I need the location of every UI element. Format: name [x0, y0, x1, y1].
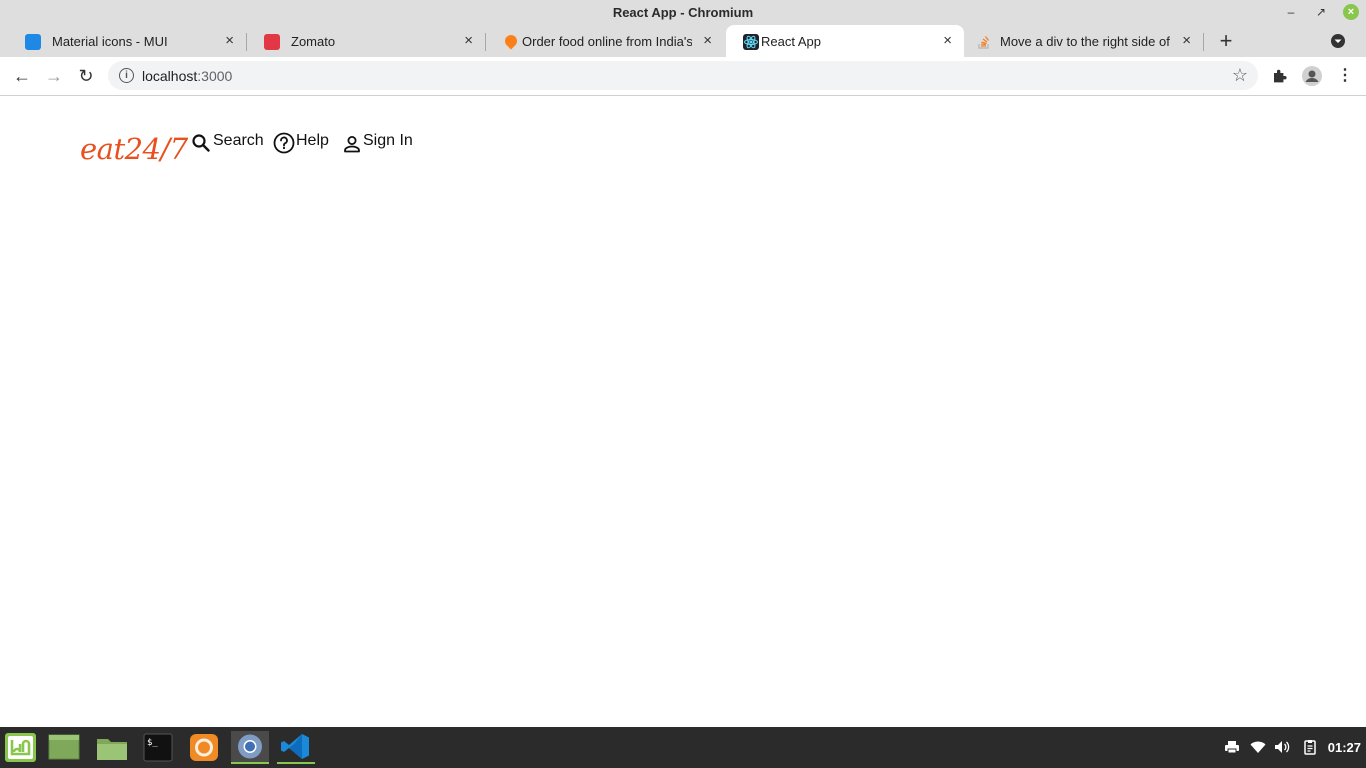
firefox-icon[interactable]	[185, 731, 223, 764]
maximize-button[interactable]: ↗	[1313, 4, 1329, 20]
clipboard-icon[interactable]	[1302, 739, 1318, 755]
person-icon	[344, 136, 360, 153]
tab-label: Order food online from India's	[522, 34, 692, 49]
extensions-puzzle-icon[interactable]	[1271, 67, 1289, 85]
close-tab-icon[interactable]: ×	[703, 32, 712, 49]
vscode-icon	[281, 734, 309, 759]
nav-help-label: Help	[296, 132, 329, 149]
close-tab-icon[interactable]: ×	[464, 32, 473, 49]
site-info-icon[interactable]: i	[119, 68, 134, 83]
nav-search-label: Search	[213, 132, 264, 149]
url-port: :3000	[197, 68, 233, 84]
close-window-button[interactable]: ×	[1343, 4, 1359, 20]
volume-icon[interactable]	[1274, 739, 1290, 755]
tab-label: Material icons - MUI	[52, 34, 168, 49]
back-button[interactable]: ←	[12, 66, 32, 86]
tab-label: React App	[761, 34, 821, 49]
nav-signin-label: Sign In	[363, 132, 413, 149]
nav-signin-link[interactable]: Sign In	[342, 132, 417, 154]
tab-strip: Material icons - MUI × Zomato × Order fo…	[0, 25, 1366, 57]
terminal-icon[interactable]: $_	[139, 731, 177, 764]
stackoverflow-favicon-icon	[978, 36, 990, 49]
tab-separator	[1203, 33, 1204, 51]
tab-swiggy[interactable]: Order food online from India's ×	[486, 25, 724, 57]
nav-search-link[interactable]: Search	[191, 132, 264, 154]
taskbar-clock[interactable]: 01:27	[1328, 740, 1361, 755]
bookmark-star-icon[interactable]: ☆	[1232, 65, 1248, 86]
tab-stackoverflow[interactable]: Move a div to the right side of ×	[965, 25, 1204, 57]
window-titlebar: React App - Chromium – ↗ ×	[0, 0, 1366, 25]
chromium-taskbar-button[interactable]	[231, 731, 269, 764]
tab-label: Zomato	[291, 34, 336, 49]
search-icon	[192, 134, 210, 152]
zomato-favicon-icon	[264, 34, 280, 50]
swiggy-favicon-icon	[502, 32, 520, 50]
mint-menu-icon[interactable]	[2, 731, 38, 764]
url-text[interactable]: localhost:3000	[142, 68, 232, 84]
tab-zomato[interactable]: Zomato ×	[247, 25, 486, 57]
close-tab-icon[interactable]: ×	[225, 32, 234, 49]
tab-material-icons[interactable]: Material icons - MUI ×	[8, 25, 247, 57]
site-logo[interactable]: eat24/7	[80, 132, 188, 166]
chromium-icon	[238, 734, 262, 759]
svg-text:$_: $_	[147, 738, 158, 748]
address-bar[interactable]: i localhost:3000 ☆	[108, 61, 1258, 90]
url-host: localhost	[142, 68, 198, 84]
new-tab-button[interactable]: +	[1214, 28, 1238, 54]
tab-search-icon[interactable]	[1330, 33, 1346, 49]
wifi-icon[interactable]	[1250, 739, 1266, 755]
tab-label: Move a div to the right side of	[1000, 34, 1170, 49]
browser-menu-button[interactable]: ⋮	[1335, 66, 1355, 86]
browser-toolbar: ← → ↻ i localhost:3000 ☆ ⋮	[0, 57, 1366, 96]
profile-avatar-icon[interactable]	[1302, 66, 1322, 86]
show-desktop-icon[interactable]	[45, 731, 83, 764]
files-folder-icon[interactable]	[93, 731, 131, 764]
mui-favicon-icon	[25, 34, 41, 50]
printer-icon[interactable]	[1224, 739, 1240, 755]
page-content: eat24/7 Search Help Sign In	[0, 96, 1366, 727]
reload-button[interactable]: ↻	[76, 66, 96, 86]
nav-help-link[interactable]: Help	[273, 132, 333, 154]
minimize-button[interactable]: –	[1283, 4, 1299, 20]
os-taskbar: $_ 01:27	[0, 727, 1366, 768]
window-title: React App - Chromium	[612, 5, 754, 20]
react-favicon-icon	[743, 34, 759, 50]
forward-button[interactable]: →	[44, 66, 64, 86]
tab-react-app[interactable]: React App ×	[726, 25, 964, 57]
vscode-taskbar-button[interactable]	[277, 731, 315, 764]
help-circle-icon	[273, 132, 295, 154]
close-tab-icon[interactable]: ×	[943, 32, 952, 49]
close-tab-icon[interactable]: ×	[1182, 32, 1191, 49]
